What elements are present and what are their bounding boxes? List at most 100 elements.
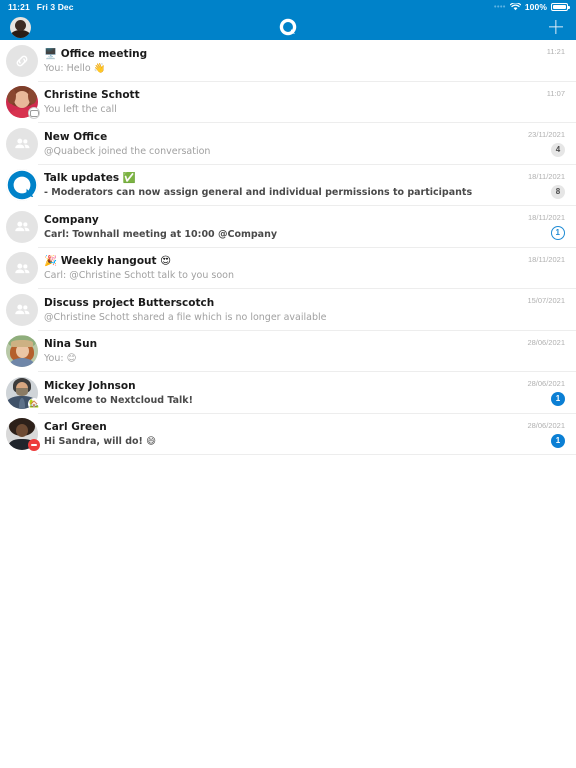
conversation-timestamp: 18/11/2021 bbox=[528, 213, 565, 223]
conversation-title: New Office bbox=[44, 130, 108, 143]
conversation-title: Mickey Johnson bbox=[44, 379, 136, 392]
conversation-row[interactable]: 🏡 Mickey Johnson Welcome to Nextcloud Talk… bbox=[0, 372, 576, 414]
conversation-row[interactable]: Company Carl: Townhall meeting at 10:00 @… bbox=[0, 206, 576, 248]
conversation-row[interactable]: Carl Green Hi Sandra, will do! 😄 28/06/202… bbox=[0, 414, 576, 456]
conversation-subtitle: Carl: Townhall meeting at 10:00 @Company bbox=[44, 228, 278, 240]
conversation-title: Carl Green bbox=[44, 421, 107, 434]
status-home-icon: 🏡 bbox=[28, 397, 40, 410]
conversation-meta: 28/06/2021 1 bbox=[521, 379, 565, 407]
conversation-meta: 23/11/2021 4 bbox=[521, 130, 565, 158]
conversation-title: Christine Schott bbox=[44, 89, 140, 102]
unread-badge: 1 bbox=[551, 433, 565, 448]
conversation-texts: 🎉 Weekly hangout 😍 Carl: @Christine Schot… bbox=[44, 255, 521, 281]
group-icon bbox=[14, 304, 29, 315]
wifi-icon bbox=[509, 3, 521, 11]
conversation-subtitle: @Quabeck joined the conversation bbox=[44, 145, 211, 157]
avatar-group-company[interactable] bbox=[6, 210, 38, 243]
conversation-row[interactable]: Christine Schott You left the call 11:07 bbox=[0, 82, 576, 124]
conversation-subtitle: You: Hello 👋 bbox=[44, 62, 106, 74]
conversation-row[interactable]: Talk updates ✅ - Moderators can now assig… bbox=[0, 165, 576, 207]
avatar-christine-schott[interactable] bbox=[6, 86, 40, 120]
group-icon bbox=[14, 263, 29, 273]
unread-badge: 8 bbox=[551, 184, 565, 199]
conversation-meta: 28/06/2021 1 bbox=[521, 421, 565, 448]
avatar bbox=[6, 127, 38, 160]
conversation-timestamp: 28/06/2021 bbox=[527, 379, 565, 389]
link-icon bbox=[16, 55, 28, 67]
conversation-timestamp: 28/06/2021 bbox=[527, 337, 565, 347]
status-bar-left: 11:21 Fri 3 Dec bbox=[8, 2, 74, 12]
conversation-meta: 18/11/2021 8 bbox=[521, 172, 565, 199]
conversation-title: Talk updates ✅ bbox=[44, 172, 136, 185]
nav-bar bbox=[0, 14, 576, 40]
conversation-row[interactable]: Discuss project Butterscotch @Christine S… bbox=[0, 289, 576, 331]
status-bar-time: 11:21 bbox=[8, 2, 30, 12]
battery-full-icon bbox=[551, 3, 570, 11]
avatar-group-weekly-hangout[interactable] bbox=[6, 252, 38, 285]
avatar bbox=[6, 210, 38, 243]
conversation-subtitle: You: 😊 bbox=[44, 353, 77, 365]
conversation-row[interactable]: 🎉 Weekly hangout 😍 Carl: @Christine Schot… bbox=[0, 248, 576, 290]
conversation-timestamp: 15/07/2021 bbox=[527, 296, 565, 306]
new-conversation-button[interactable] bbox=[546, 17, 566, 37]
talk-logo-icon bbox=[6, 169, 38, 202]
conversation-timestamp: 11:07 bbox=[546, 88, 565, 98]
avatar-nina-sun[interactable] bbox=[6, 335, 38, 368]
conversation-texts: Discuss project Butterscotch @Christine S… bbox=[44, 297, 521, 323]
avatar-group-discuss-project-butterscotch[interactable] bbox=[6, 293, 38, 326]
avatar-talk-updates[interactable] bbox=[6, 169, 38, 202]
conversation-timestamp: 23/11/2021 bbox=[528, 130, 565, 140]
conversation-row[interactable]: New Office @Quabeck joined the conversati… bbox=[0, 123, 576, 165]
conversation-subtitle: You left the call bbox=[44, 104, 117, 116]
conversation-title: Nina Sun bbox=[44, 338, 98, 351]
status-speech-bubble-icon bbox=[28, 107, 40, 120]
conversation-row[interactable]: 🖥️ Office meeting You: Hello 👋 11:21 bbox=[0, 40, 576, 82]
unread-badge: 1 bbox=[551, 392, 565, 407]
conversation-meta: 11:21 bbox=[521, 47, 565, 74]
signal-dots-icon: •••• bbox=[494, 3, 506, 11]
conversation-meta: 11:07 bbox=[521, 89, 565, 116]
conversation-subtitle: Welcome to Nextcloud Talk! bbox=[44, 394, 193, 406]
nextcloud-talk-logo bbox=[279, 18, 297, 36]
avatar bbox=[6, 293, 38, 326]
conversation-texts: Company Carl: Townhall meeting at 10:00 @… bbox=[44, 214, 521, 240]
conversation-subtitle: - Moderators can now assign general and … bbox=[44, 187, 473, 199]
user-avatar[interactable] bbox=[10, 16, 31, 38]
avatar-mickey-johnson[interactable]: 🏡 bbox=[6, 376, 40, 410]
conversation-list[interactable]: 🖥️ Office meeting You: Hello 👋 11:21 Christ… bbox=[0, 40, 576, 455]
avatar bbox=[6, 169, 38, 202]
group-icon bbox=[14, 221, 29, 232]
conversation-texts: 🖥️ Office meeting You: Hello 👋 bbox=[44, 48, 521, 74]
status-bar-right: •••• 100% bbox=[494, 2, 570, 12]
battery-percent-label: 100% bbox=[524, 2, 547, 12]
conversation-row[interactable]: Nina Sun You: 😊 28/06/2021 bbox=[0, 331, 576, 373]
conversation-texts: Nina Sun You: 😊 bbox=[44, 338, 521, 364]
photo-nina-sun bbox=[6, 335, 38, 368]
avatar-group-new-office[interactable] bbox=[6, 127, 38, 160]
group-icon bbox=[14, 138, 29, 149]
conversation-subtitle: Hi Sandra, will do! 😄 bbox=[44, 436, 157, 448]
status-bar: 11:21 Fri 3 Dec •••• 100% bbox=[0, 0, 576, 14]
avatar-body-shape bbox=[11, 29, 30, 38]
conversation-title: 🖥️ Office meeting bbox=[44, 47, 148, 60]
unread-badge: 1 bbox=[550, 226, 565, 241]
conversation-timestamp: 11:21 bbox=[546, 47, 565, 57]
avatar-carl-green[interactable] bbox=[6, 418, 40, 452]
status-bar-date: Fri 3 Dec bbox=[36, 2, 74, 12]
avatar-link-conversation[interactable] bbox=[6, 44, 38, 77]
conversation-texts: Christine Schott You left the call bbox=[44, 89, 521, 115]
conversation-timestamp: 18/11/2021 bbox=[528, 254, 565, 264]
conversation-texts: Carl Green Hi Sandra, will do! 😄 bbox=[44, 421, 521, 447]
avatar-head-shape bbox=[15, 19, 26, 31]
conversation-subtitle: Carl: @Christine Schott talk to you soon bbox=[44, 270, 235, 282]
conversation-texts: Talk updates ✅ - Moderators can now assig… bbox=[44, 172, 521, 198]
unread-badge: 4 bbox=[551, 143, 565, 158]
status-do-not-disturb-icon bbox=[28, 439, 40, 452]
conversation-title: Discuss project Butterscotch bbox=[44, 296, 215, 309]
conversation-timestamp: 28/06/2021 bbox=[527, 420, 565, 430]
conversation-meta: 15/07/2021 bbox=[521, 296, 565, 323]
conversation-subtitle: @Christine Schott shared a file which is… bbox=[44, 311, 327, 323]
avatar bbox=[6, 252, 38, 285]
avatar bbox=[6, 44, 38, 77]
conversation-meta: 18/11/2021 1 bbox=[521, 213, 565, 241]
